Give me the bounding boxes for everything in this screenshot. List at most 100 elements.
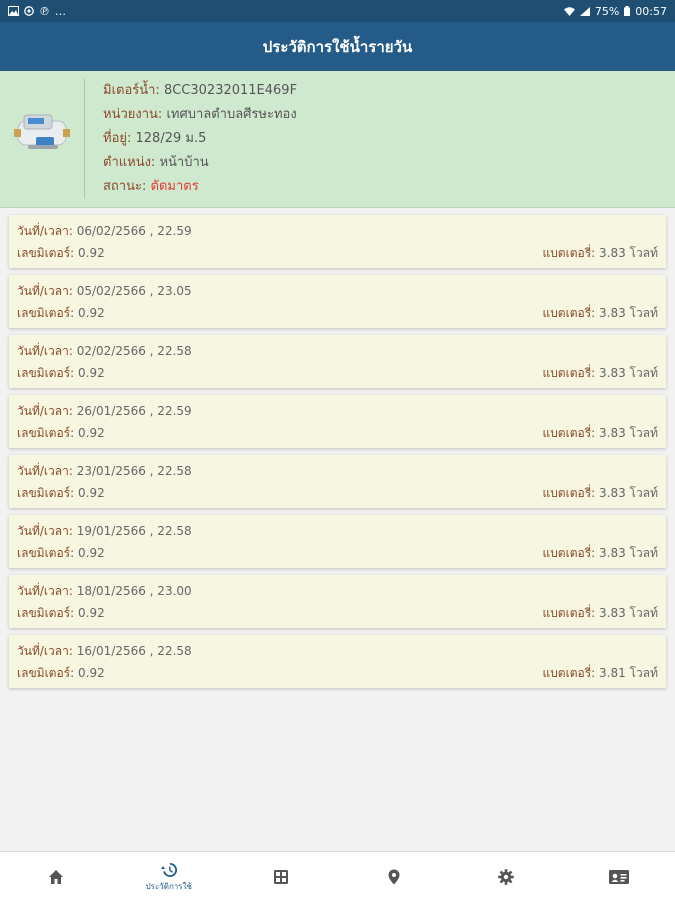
record-battery: แบตเตอรี่: 3.83 โวลท์ bbox=[542, 304, 658, 326]
position-value: หน้าบ้าน bbox=[159, 155, 208, 170]
record-reading-value: 0.92 bbox=[78, 666, 105, 680]
record-reading-value: 0.92 bbox=[78, 546, 105, 560]
nav-contact[interactable] bbox=[563, 852, 675, 901]
meter-id-value: 8CC30232011E469F bbox=[164, 83, 297, 98]
record-reading-label: เลขมิเตอร์: bbox=[17, 246, 74, 260]
record-reading-label: เลขมิเตอร์: bbox=[17, 426, 74, 440]
record-values-row: เลขมิเตอร์: 0.92 แบตเตอรี่: 3.83 โวลท์ bbox=[17, 484, 658, 506]
record-battery: แบตเตอรี่: 3.83 โวลท์ bbox=[542, 364, 658, 386]
record-datetime-row: วันที่/เวลา: 06/02/2566 , 22.59 bbox=[17, 222, 658, 244]
record-reading: เลขมิเตอร์: 0.92 bbox=[17, 664, 105, 686]
position-label: ตำแหน่ง: bbox=[103, 155, 155, 170]
parking-icon: ℗ bbox=[39, 6, 50, 17]
nav-history-label: ประวัติการใช้ bbox=[146, 880, 192, 893]
record-battery-value: 3.83 โวลท์ bbox=[599, 366, 658, 380]
nav-home[interactable] bbox=[0, 852, 113, 901]
record-battery-label: แบตเตอรี่: bbox=[542, 666, 595, 680]
history-record[interactable]: วันที่/เวลา: 18/01/2566 , 23.00 เลขมิเตอ… bbox=[9, 575, 666, 628]
page-title: ประวัติการใช้น้ำรายวัน bbox=[263, 35, 413, 59]
record-reading-value: 0.92 bbox=[78, 366, 105, 380]
record-reading-label: เลขมิเตอร์: bbox=[17, 666, 74, 680]
record-date-label: วันที่/เวลา: bbox=[17, 404, 73, 418]
record-reading: เลขมิเตอร์: 0.92 bbox=[17, 604, 105, 626]
home-icon bbox=[47, 868, 65, 886]
record-reading-label: เลขมิเตอร์: bbox=[17, 606, 74, 620]
record-datetime-row: วันที่/เวลา: 02/02/2566 , 22.58 bbox=[17, 342, 658, 364]
address-row: ที่อยู่: 128/29 ม.5 bbox=[103, 127, 297, 151]
record-battery: แบตเตอรี่: 3.83 โวลท์ bbox=[542, 484, 658, 506]
address-label: ที่อยู่: bbox=[103, 131, 131, 146]
record-values-row: เลขมิเตอร์: 0.92 แบตเตอรี่: 3.83 โวลท์ bbox=[17, 424, 658, 446]
signal-icon bbox=[580, 7, 590, 16]
record-values-row: เลขมิเตอร์: 0.92 แบตเตอรี่: 3.83 โวลท์ bbox=[17, 364, 658, 386]
history-record[interactable]: วันที่/เวลา: 06/02/2566 , 22.59 เลขมิเตอ… bbox=[9, 215, 666, 268]
meter-details: มิเตอร์น้ำ: 8CC30232011E469F หน่วยงาน: เ… bbox=[103, 79, 297, 199]
history-record[interactable]: วันที่/เวลา: 23/01/2566 , 22.58 เลขมิเตอ… bbox=[9, 455, 666, 508]
record-battery-label: แบตเตอรี่: bbox=[542, 426, 595, 440]
record-datetime-row: วันที่/เวลา: 19/01/2566 , 22.58 bbox=[17, 522, 658, 544]
record-battery: แบตเตอรี่: 3.81 โวลท์ bbox=[542, 664, 658, 686]
record-reading-value: 0.92 bbox=[78, 246, 105, 260]
bottom-nav: ประวัติการใช้ bbox=[0, 851, 675, 901]
position-row: ตำแหน่ง: หน้าบ้าน bbox=[103, 151, 297, 175]
status-bar-left: ℗ … bbox=[8, 6, 66, 17]
record-datetime-row: วันที่/เวลา: 16/01/2566 , 22.58 bbox=[17, 642, 658, 664]
record-values-row: เลขมิเตอร์: 0.92 แบตเตอรี่: 3.83 โวลท์ bbox=[17, 304, 658, 326]
app-bar: ประวัติการใช้น้ำรายวัน bbox=[0, 22, 675, 71]
record-battery-value: 3.83 โวลท์ bbox=[599, 306, 658, 320]
record-reading-label: เลขมิเตอร์: bbox=[17, 486, 74, 500]
record-datetime: 23/01/2566 , 22.58 bbox=[77, 464, 192, 478]
meter-id-row: มิเตอร์น้ำ: 8CC30232011E469F bbox=[103, 79, 297, 103]
history-record[interactable]: วันที่/เวลา: 05/02/2566 , 23.05 เลขมิเตอ… bbox=[9, 275, 666, 328]
history-icon bbox=[160, 861, 178, 879]
record-date-label: วันที่/เวลา: bbox=[17, 584, 73, 598]
record-reading: เลขมิเตอร์: 0.92 bbox=[17, 244, 105, 266]
nav-history[interactable]: ประวัติการใช้ bbox=[113, 852, 226, 901]
record-reading-value: 0.92 bbox=[78, 486, 105, 500]
agency-row: หน่วยงาน: เทศบาลตำบลศีรษะทอง bbox=[103, 103, 297, 127]
record-reading: เลขมิเตอร์: 0.92 bbox=[17, 304, 105, 326]
battery-icon bbox=[624, 6, 630, 16]
nav-location[interactable] bbox=[338, 852, 451, 901]
record-date-label: วันที่/เวลา: bbox=[17, 644, 73, 658]
record-datetime: 16/01/2566 , 22.58 bbox=[77, 644, 192, 658]
record-reading-label: เลขมิเตอร์: bbox=[17, 546, 74, 560]
record-datetime: 19/01/2566 , 22.58 bbox=[77, 524, 192, 538]
record-datetime: 06/02/2566 , 22.59 bbox=[77, 224, 192, 238]
record-battery-value: 3.83 โวลท์ bbox=[599, 486, 658, 500]
status-value: ตัดมาตร bbox=[151, 179, 199, 194]
record-datetime-row: วันที่/เวลา: 18/01/2566 , 23.00 bbox=[17, 582, 658, 604]
record-battery: แบตเตอรี่: 3.83 โวลท์ bbox=[542, 424, 658, 446]
image-icon bbox=[8, 6, 19, 16]
more-dots-icon: … bbox=[55, 6, 66, 17]
record-datetime-row: วันที่/เวลา: 26/01/2566 , 22.59 bbox=[17, 402, 658, 424]
history-record[interactable]: วันที่/เวลา: 26/01/2566 , 22.59 เลขมิเตอ… bbox=[9, 395, 666, 448]
location-pin-icon bbox=[385, 868, 403, 886]
history-record[interactable]: วันที่/เวลา: 02/02/2566 , 22.58 เลขมิเตอ… bbox=[9, 335, 666, 388]
record-date-label: วันที่/เวลา: bbox=[17, 464, 73, 478]
record-battery-label: แบตเตอรี่: bbox=[542, 546, 595, 560]
contact-card-icon bbox=[608, 868, 630, 886]
record-reading: เลขมิเตอร์: 0.92 bbox=[17, 484, 105, 506]
record-values-row: เลขมิเตอร์: 0.92 แบตเตอรี่: 3.81 โวลท์ bbox=[17, 664, 658, 686]
nav-settings[interactable] bbox=[450, 852, 563, 901]
history-record[interactable]: วันที่/เวลา: 19/01/2566 , 22.58 เลขมิเตอ… bbox=[9, 515, 666, 568]
history-record[interactable]: วันที่/เวลา: 16/01/2566 , 22.58 เลขมิเตอ… bbox=[9, 635, 666, 688]
record-datetime-row: วันที่/เวลา: 23/01/2566 , 22.58 bbox=[17, 462, 658, 484]
record-battery-label: แบตเตอรี่: bbox=[542, 486, 595, 500]
record-datetime-row: วันที่/เวลา: 05/02/2566 , 23.05 bbox=[17, 282, 658, 304]
record-battery-label: แบตเตอรี่: bbox=[542, 246, 595, 260]
meter-card-divider bbox=[84, 79, 85, 199]
record-battery: แบตเตอรี่: 3.83 โวลท์ bbox=[542, 244, 658, 266]
status-row: สถานะ: ตัดมาตร bbox=[103, 175, 297, 199]
nav-grid[interactable] bbox=[225, 852, 338, 901]
record-values-row: เลขมิเตอร์: 0.92 แบตเตอรี่: 3.83 โวลท์ bbox=[17, 604, 658, 626]
record-date-label: วันที่/เวลา: bbox=[17, 524, 73, 538]
record-reading: เลขมิเตอร์: 0.92 bbox=[17, 424, 105, 446]
water-meter-image bbox=[14, 107, 70, 157]
history-list: วันที่/เวลา: 06/02/2566 , 22.59 เลขมิเตอ… bbox=[9, 215, 666, 695]
agency-label: หน่วยงาน: bbox=[103, 107, 162, 122]
record-date-label: วันที่/เวลา: bbox=[17, 224, 73, 238]
record-reading-value: 0.92 bbox=[78, 426, 105, 440]
record-values-row: เลขมิเตอร์: 0.92 แบตเตอรี่: 3.83 โวลท์ bbox=[17, 244, 658, 266]
